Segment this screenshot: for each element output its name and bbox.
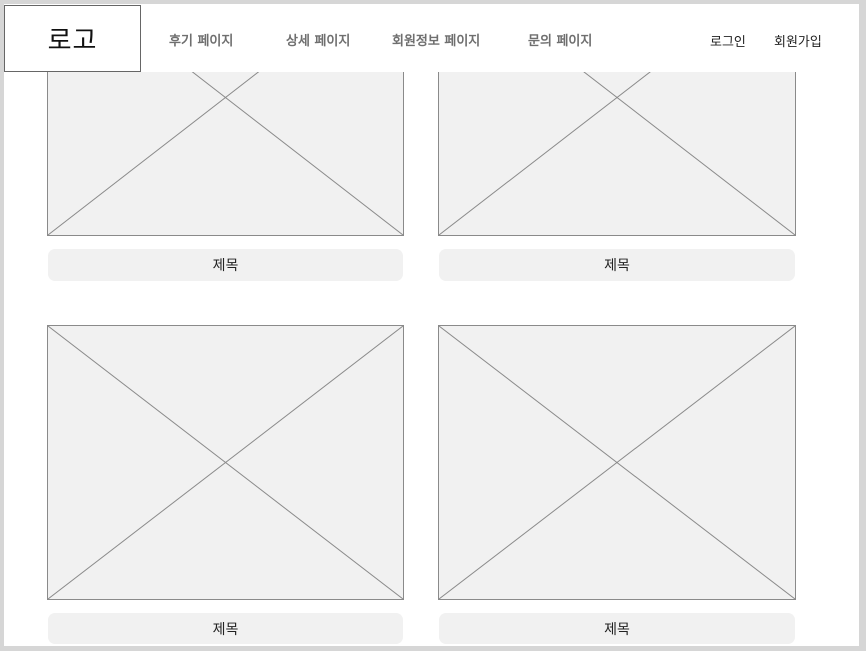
card-title[interactable]: 제목 (439, 249, 795, 281)
card-image-placeholder[interactable] (47, 325, 404, 600)
signup-link[interactable]: 회원가입 (774, 31, 822, 50)
nav-detail-page[interactable]: 상세 페이지 (286, 30, 350, 49)
card-title[interactable]: 제목 (48, 613, 403, 644)
top-header: 로고 후기 페이지 상세 페이지 회원정보 페이지 문의 페이지 로그인 회원가… (4, 4, 859, 72)
login-link[interactable]: 로그인 (710, 31, 746, 50)
card-title[interactable]: 제목 (48, 249, 403, 281)
nav-member-info-page[interactable]: 회원정보 페이지 (392, 30, 480, 49)
nav-review-page[interactable]: 후기 페이지 (169, 30, 233, 49)
card-title[interactable]: 제목 (439, 613, 795, 644)
nav-inquiry-page[interactable]: 문의 페이지 (528, 30, 592, 49)
card-image-placeholder[interactable] (438, 325, 796, 600)
image-placeholder-icon (439, 326, 795, 599)
page-frame: 로고 후기 페이지 상세 페이지 회원정보 페이지 문의 페이지 로그인 회원가… (4, 4, 859, 646)
image-placeholder-icon (48, 326, 403, 599)
logo[interactable]: 로고 (4, 5, 141, 72)
